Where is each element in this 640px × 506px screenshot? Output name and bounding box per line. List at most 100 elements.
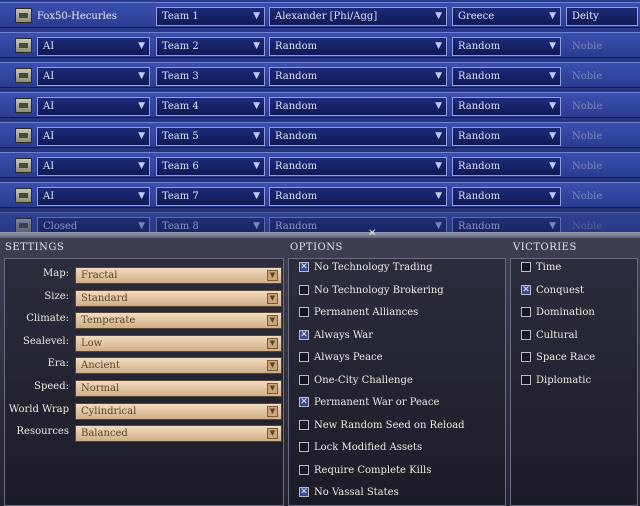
- setting-dropdown[interactable]: Fractal ▼: [75, 267, 282, 284]
- victory-option[interactable]: Diplomatic: [521, 374, 640, 388]
- team-dropdown[interactable]: Team 1 ▼: [156, 7, 265, 26]
- checkbox[interactable]: [299, 442, 309, 452]
- checkbox[interactable]: [521, 352, 531, 362]
- chevron-down-icon[interactable]: ▼: [435, 38, 442, 55]
- chevron-down-icon[interactable]: ▼: [267, 315, 278, 327]
- checkbox[interactable]: [521, 262, 531, 272]
- game-option[interactable]: No Technology Brokering: [299, 284, 489, 298]
- chevron-down-icon[interactable]: ▼: [138, 68, 145, 85]
- chevron-down-icon[interactable]: ▼: [267, 405, 278, 417]
- leader-dropdown[interactable]: Random ▼: [269, 97, 447, 116]
- checkbox[interactable]: [521, 329, 531, 340]
- chevron-down-icon[interactable]: ▼: [549, 38, 556, 55]
- chevron-down-icon[interactable]: ▼: [549, 188, 556, 205]
- leader-dropdown[interactable]: Random ▼: [269, 127, 447, 146]
- leader-dropdown[interactable]: Random ▼: [269, 187, 447, 206]
- game-option[interactable]: Permanent War or Peace: [299, 396, 489, 410]
- chevron-down-icon[interactable]: ▼: [435, 68, 442, 85]
- player-slot-icon[interactable]: [15, 98, 32, 113]
- chevron-down-icon[interactable]: ▼: [267, 292, 278, 304]
- chevron-down-icon[interactable]: ▼: [138, 38, 145, 55]
- chevron-down-icon[interactable]: ▼: [253, 38, 260, 55]
- chevron-down-icon[interactable]: ▼: [138, 98, 145, 115]
- difficulty-dropdown[interactable]: Noble: [572, 67, 602, 86]
- player-type-dropdown[interactable]: AI ▼: [37, 157, 150, 176]
- player-slot-icon[interactable]: [15, 128, 32, 143]
- game-option[interactable]: Always War: [299, 329, 489, 343]
- chevron-down-icon[interactable]: ▼: [549, 68, 556, 85]
- player-type-dropdown[interactable]: AI ▼: [37, 67, 150, 86]
- chevron-down-icon[interactable]: ▼: [435, 128, 442, 145]
- checkbox[interactable]: [299, 352, 309, 362]
- player-slot-icon[interactable]: [15, 188, 32, 203]
- game-option[interactable]: One-City Challenge: [299, 374, 489, 388]
- chevron-down-icon[interactable]: ▼: [435, 218, 442, 232]
- team-dropdown[interactable]: Team 6 ▼: [156, 157, 265, 176]
- checkbox[interactable]: [299, 486, 309, 499]
- setting-dropdown[interactable]: Balanced ▼: [75, 425, 282, 443]
- civ-dropdown[interactable]: Random ▼: [452, 37, 561, 56]
- chevron-down-icon[interactable]: ▼: [253, 158, 260, 175]
- chevron-down-icon[interactable]: ▼: [549, 218, 556, 232]
- chevron-down-icon[interactable]: ▼: [435, 98, 442, 115]
- victory-option[interactable]: Space Race: [521, 351, 640, 365]
- setting-dropdown[interactable]: Standard ▼: [75, 289, 282, 307]
- game-option[interactable]: No Vassal States: [299, 486, 489, 500]
- team-dropdown[interactable]: Team 8 ▼: [156, 217, 265, 232]
- setting-dropdown[interactable]: Cylindrical ▼: [75, 402, 282, 420]
- team-dropdown[interactable]: Team 2 ▼: [156, 37, 265, 56]
- chevron-down-icon[interactable]: ▼: [435, 188, 442, 205]
- checkbox[interactable]: [299, 464, 309, 475]
- chevron-down-icon[interactable]: ▼: [138, 218, 145, 232]
- setting-dropdown[interactable]: Temperate ▼: [75, 312, 282, 330]
- player-slot-icon[interactable]: [15, 158, 32, 173]
- chevron-down-icon[interactable]: ▼: [267, 270, 278, 281]
- victory-option[interactable]: Domination: [521, 306, 640, 320]
- civ-dropdown[interactable]: Random ▼: [452, 127, 561, 146]
- game-option[interactable]: Permanent Alliances: [299, 306, 489, 320]
- player-slot-icon[interactable]: [15, 68, 32, 83]
- civ-dropdown[interactable]: Random ▼: [452, 67, 561, 86]
- player-slot-icon[interactable]: [15, 38, 32, 53]
- victory-option[interactable]: Cultural: [521, 329, 640, 343]
- setting-dropdown[interactable]: Low ▼: [75, 334, 282, 352]
- chevron-down-icon[interactable]: ▼: [435, 8, 442, 25]
- chevron-down-icon[interactable]: ▼: [138, 128, 145, 145]
- leader-dropdown[interactable]: Random ▼: [269, 37, 447, 56]
- team-dropdown[interactable]: Team 3 ▼: [156, 67, 265, 86]
- civ-dropdown[interactable]: Random ▼: [452, 97, 561, 116]
- checkbox[interactable]: [521, 284, 531, 297]
- chevron-down-icon[interactable]: ▼: [549, 158, 556, 175]
- difficulty-dropdown[interactable]: Noble: [572, 217, 602, 232]
- leader-dropdown[interactable]: Alexander [Phi/Agg] ▼: [269, 7, 447, 26]
- leader-dropdown[interactable]: Random ▼: [269, 67, 447, 86]
- player-type-dropdown[interactable]: AI ▼: [37, 187, 150, 206]
- checkbox[interactable]: [299, 261, 309, 274]
- difficulty-dropdown[interactable]: Deity: [566, 7, 638, 26]
- player-type-dropdown[interactable]: Closed ▼: [37, 217, 150, 232]
- chevron-down-icon[interactable]: ▼: [253, 128, 260, 145]
- checkbox[interactable]: [299, 284, 309, 295]
- player-type-dropdown[interactable]: AI ▼: [37, 37, 150, 56]
- chevron-down-icon[interactable]: ▼: [267, 360, 278, 372]
- game-option[interactable]: Lock Modified Assets: [299, 441, 489, 455]
- chevron-down-icon[interactable]: ▼: [253, 8, 260, 25]
- setting-dropdown[interactable]: Normal ▼: [75, 380, 282, 397]
- chevron-down-icon[interactable]: ▼: [549, 98, 556, 115]
- checkbox[interactable]: [521, 374, 531, 385]
- difficulty-dropdown[interactable]: Noble: [572, 97, 602, 116]
- leader-dropdown[interactable]: Random ▼: [269, 217, 447, 232]
- civ-dropdown[interactable]: Greece ▼: [452, 7, 561, 26]
- checkbox[interactable]: [521, 307, 531, 317]
- civ-dropdown[interactable]: Random ▼: [452, 187, 561, 206]
- civ-dropdown[interactable]: Random ▼: [452, 157, 561, 176]
- chevron-down-icon[interactable]: ▼: [138, 188, 145, 205]
- chevron-down-icon[interactable]: ▼: [253, 218, 260, 232]
- difficulty-dropdown[interactable]: Noble: [572, 187, 602, 206]
- checkbox[interactable]: [299, 307, 309, 317]
- victory-option[interactable]: Time: [521, 261, 640, 275]
- checkbox[interactable]: [299, 419, 309, 430]
- chevron-down-icon[interactable]: ▼: [267, 337, 278, 349]
- team-dropdown[interactable]: Team 7 ▼: [156, 187, 265, 206]
- team-dropdown[interactable]: Team 5 ▼: [156, 127, 265, 146]
